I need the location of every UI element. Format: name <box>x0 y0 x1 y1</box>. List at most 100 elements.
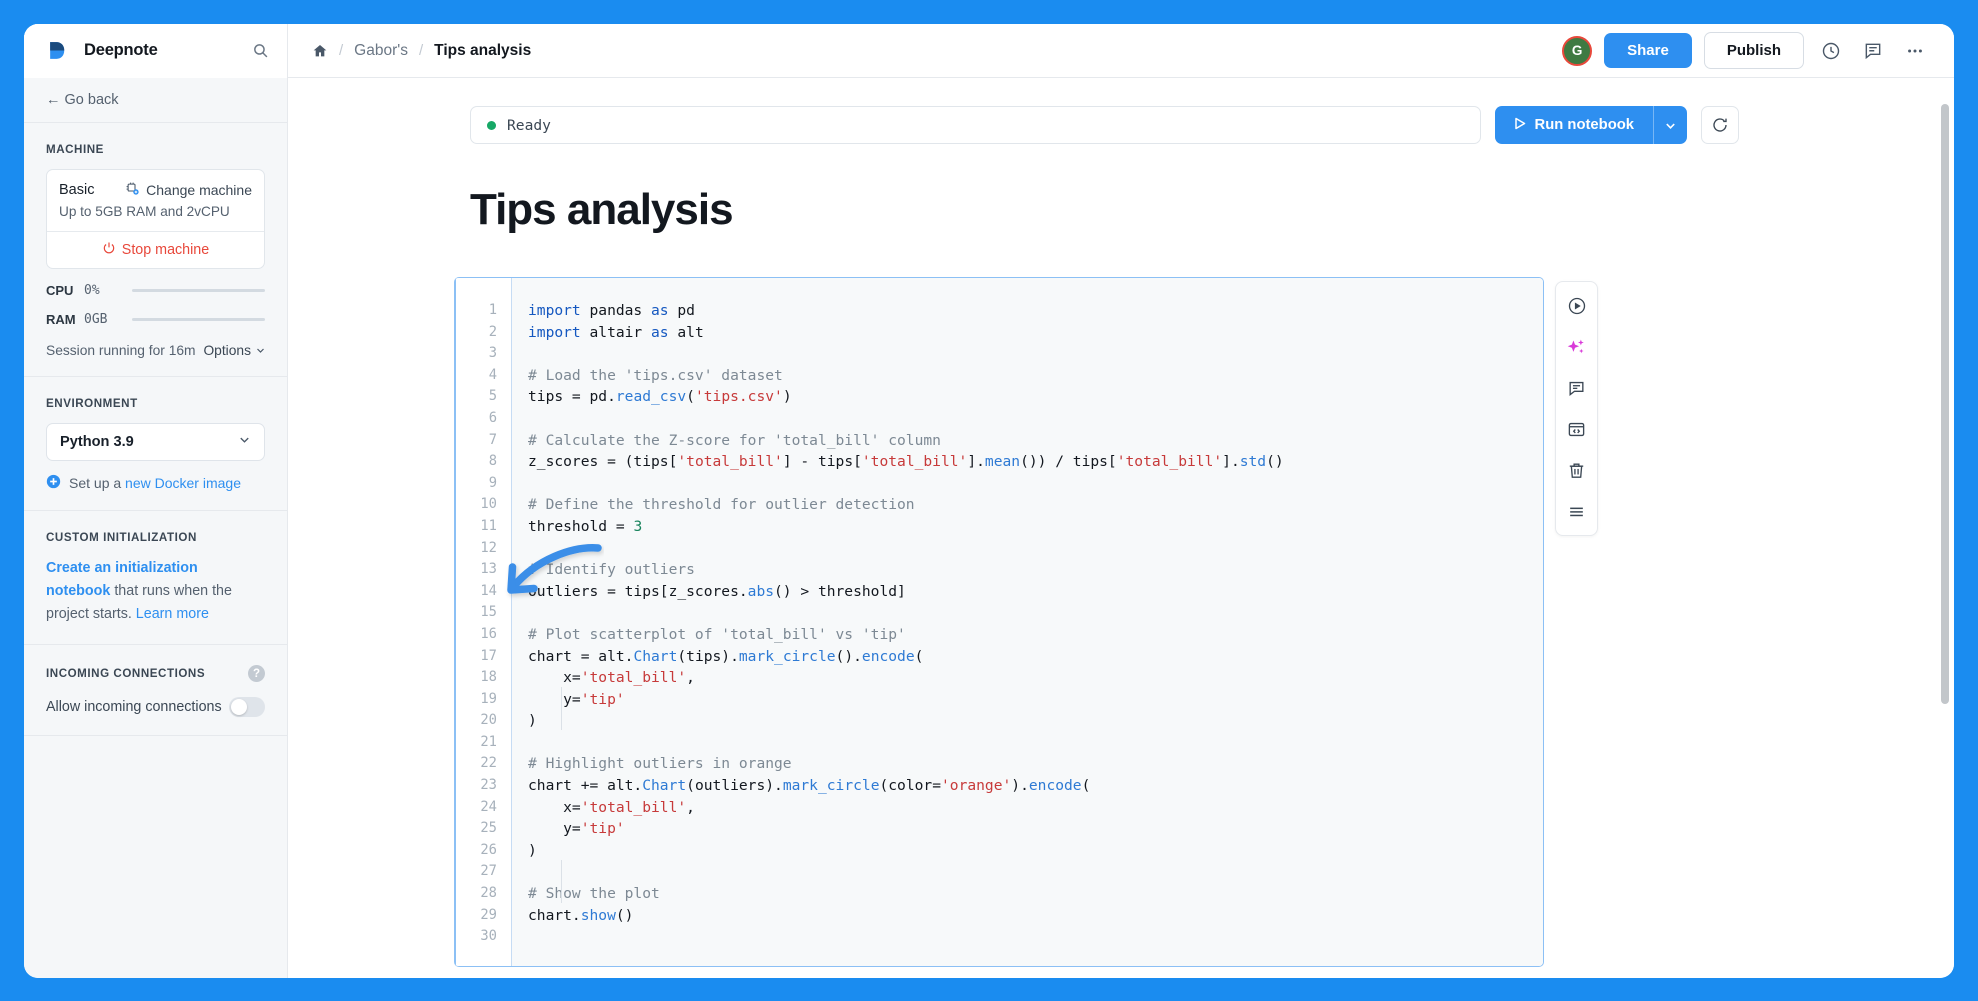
code-editor[interactable]: import pandas as pd import altair as alt… <box>512 278 1543 966</box>
brand-name: Deepnote <box>84 41 158 59</box>
line-number: 6 <box>488 409 497 426</box>
status-dot-icon <box>487 120 496 130</box>
notebook-scroll-area: Ready Run notebook Tips analysis 1 2 3 4… <box>288 78 1954 978</box>
line-number: 4 <box>488 366 497 383</box>
avatar[interactable]: G <box>1562 35 1593 66</box>
breadcrumb-separator-1: / <box>339 42 344 59</box>
top-bar-actions: G Share Publish <box>1562 32 1954 69</box>
code-cell-wrapper: 1 2 3 4 5 6 7 8 9 10 11 12 13 14 15 16 17 18 19 20 21 22 23 24 2… <box>454 277 1954 967</box>
machine-row: Basic Change machine <box>59 181 252 199</box>
search-icon[interactable] <box>249 40 271 62</box>
line-number: 14 <box>480 582 497 599</box>
kernel-status-box[interactable]: Ready <box>470 106 1481 144</box>
line-number: 18 <box>480 669 497 686</box>
custom-initialization-section: CUSTOM INITIALIZATION Create an initiali… <box>24 511 287 646</box>
line-number: 15 <box>480 604 497 621</box>
line-number: 30 <box>480 928 497 945</box>
setup-docker-image-link[interactable]: Set up a new Docker image <box>46 474 265 492</box>
line-number: 22 <box>480 755 497 772</box>
line-number: 27 <box>480 863 497 880</box>
machine-chip-icon <box>125 181 140 199</box>
environment-section: ENVIRONMENT Python 3.9 Set up a new Dock… <box>24 377 287 511</box>
environment-value: Python 3.9 <box>60 434 134 450</box>
run-cell-icon[interactable] <box>1564 293 1590 319</box>
breadcrumb-separator-2: / <box>418 42 424 59</box>
page-title[interactable]: Tips analysis <box>470 185 1954 235</box>
indent-guide <box>561 860 562 903</box>
sidebar: ← Go back MACHINE Basic Change machine U… <box>24 78 288 978</box>
line-number: 29 <box>480 906 497 923</box>
run-options-caret[interactable] <box>1653 106 1687 144</box>
kernel-status-text: Ready <box>507 116 551 134</box>
docker-link[interactable]: new Docker image <box>125 475 241 491</box>
cpu-value: 0% <box>84 283 100 298</box>
line-number: 17 <box>480 647 497 664</box>
line-number-gutter: 1 2 3 4 5 6 7 8 9 10 11 12 13 14 15 16 17 18 19 20 21 22 23 24 2… <box>454 278 512 966</box>
publish-button[interactable]: Publish <box>1703 32 1804 69</box>
brand-area: Deepnote <box>24 24 288 78</box>
clock-history-icon[interactable] <box>1816 36 1846 66</box>
home-icon[interactable] <box>312 43 328 59</box>
line-number: 20 <box>480 712 497 729</box>
docker-prefix: Set up a <box>69 475 126 491</box>
line-number: 9 <box>488 474 497 491</box>
line-number: 16 <box>480 625 497 642</box>
line-number: 23 <box>480 777 497 794</box>
line-number: 11 <box>480 517 497 534</box>
session-row: Session running for 16m Options <box>46 343 265 358</box>
incoming-toggle-row: Allow incoming connections <box>46 697 265 718</box>
incoming-heading: INCOMING CONNECTIONS <box>46 667 206 681</box>
go-back-button[interactable]: ← Go back <box>24 78 287 123</box>
session-status: Session running for 16m <box>46 343 196 358</box>
machine-options-label: Options <box>203 343 251 358</box>
body: ← Go back MACHINE Basic Change machine U… <box>24 78 1954 978</box>
breadcrumb-current[interactable]: Tips analysis <box>434 42 531 60</box>
machine-card: Basic Change machine Up to 5GB RAM and 2… <box>46 169 265 269</box>
line-number: 5 <box>488 388 497 405</box>
run-notebook-button[interactable]: Run notebook <box>1494 106 1653 144</box>
code-cell[interactable]: 1 2 3 4 5 6 7 8 9 10 11 12 13 14 15 16 17 18 19 20 21 22 23 24 2… <box>454 277 1544 967</box>
top-bar: Deepnote / Gabor's / Tips analysis G Sha… <box>24 24 1954 78</box>
cpu-meter: CPU 0% <box>46 283 265 298</box>
run-bar: Ready Run notebook <box>470 78 1739 144</box>
ai-sparkles-icon[interactable] <box>1564 334 1590 360</box>
more-horizontal-icon[interactable] <box>1900 36 1930 66</box>
breadcrumb-workspace[interactable]: Gabor's <box>354 42 408 60</box>
help-circle-icon[interactable]: ? <box>248 665 265 683</box>
learn-more-link[interactable]: Learn more <box>136 606 209 622</box>
line-number: 10 <box>480 496 497 513</box>
line-number: 12 <box>480 539 497 556</box>
ram-meter: RAM 0GB <box>46 312 265 327</box>
line-number: 19 <box>480 690 497 707</box>
delete-icon[interactable] <box>1564 457 1590 483</box>
line-number: 2 <box>488 323 497 340</box>
cpu-label: CPU <box>46 283 74 298</box>
drag-handle-icon[interactable] <box>1564 498 1590 524</box>
refresh-button[interactable] <box>1701 106 1739 144</box>
code-block-icon[interactable] <box>1564 416 1590 442</box>
vertical-scrollbar[interactable] <box>1941 104 1949 704</box>
code-text: import pandas as pd import altair as alt… <box>528 302 1284 924</box>
run-notebook-group: Run notebook <box>1494 106 1687 144</box>
cell-toolbar <box>1555 281 1598 536</box>
comment-icon[interactable] <box>1564 375 1590 401</box>
machine-options-button[interactable]: Options <box>203 343 265 358</box>
environment-select[interactable]: Python 3.9 <box>46 423 265 461</box>
chevron-down-icon <box>238 433 251 451</box>
chevron-down-icon <box>256 343 265 358</box>
allow-incoming-connections-toggle[interactable] <box>229 697 265 718</box>
change-machine-button[interactable]: Change machine <box>125 181 252 199</box>
indent-guide <box>561 687 562 730</box>
share-button[interactable]: Share <box>1604 33 1692 68</box>
stop-machine-button[interactable]: Stop machine <box>47 231 264 268</box>
machine-card-body: Basic Change machine Up to 5GB RAM and 2… <box>47 170 264 231</box>
comment-icon[interactable] <box>1858 36 1888 66</box>
line-number: 3 <box>488 345 497 362</box>
stop-machine-label: Stop machine <box>121 242 210 258</box>
line-number: 8 <box>488 453 497 470</box>
incoming-head: INCOMING CONNECTIONS ? <box>46 665 265 683</box>
incoming-toggle-label: Allow incoming connections <box>46 699 222 716</box>
breadcrumb: / Gabor's / Tips analysis <box>288 42 531 60</box>
cpu-bar <box>132 289 265 292</box>
machine-description: Up to 5GB RAM and 2vCPU <box>59 204 230 219</box>
